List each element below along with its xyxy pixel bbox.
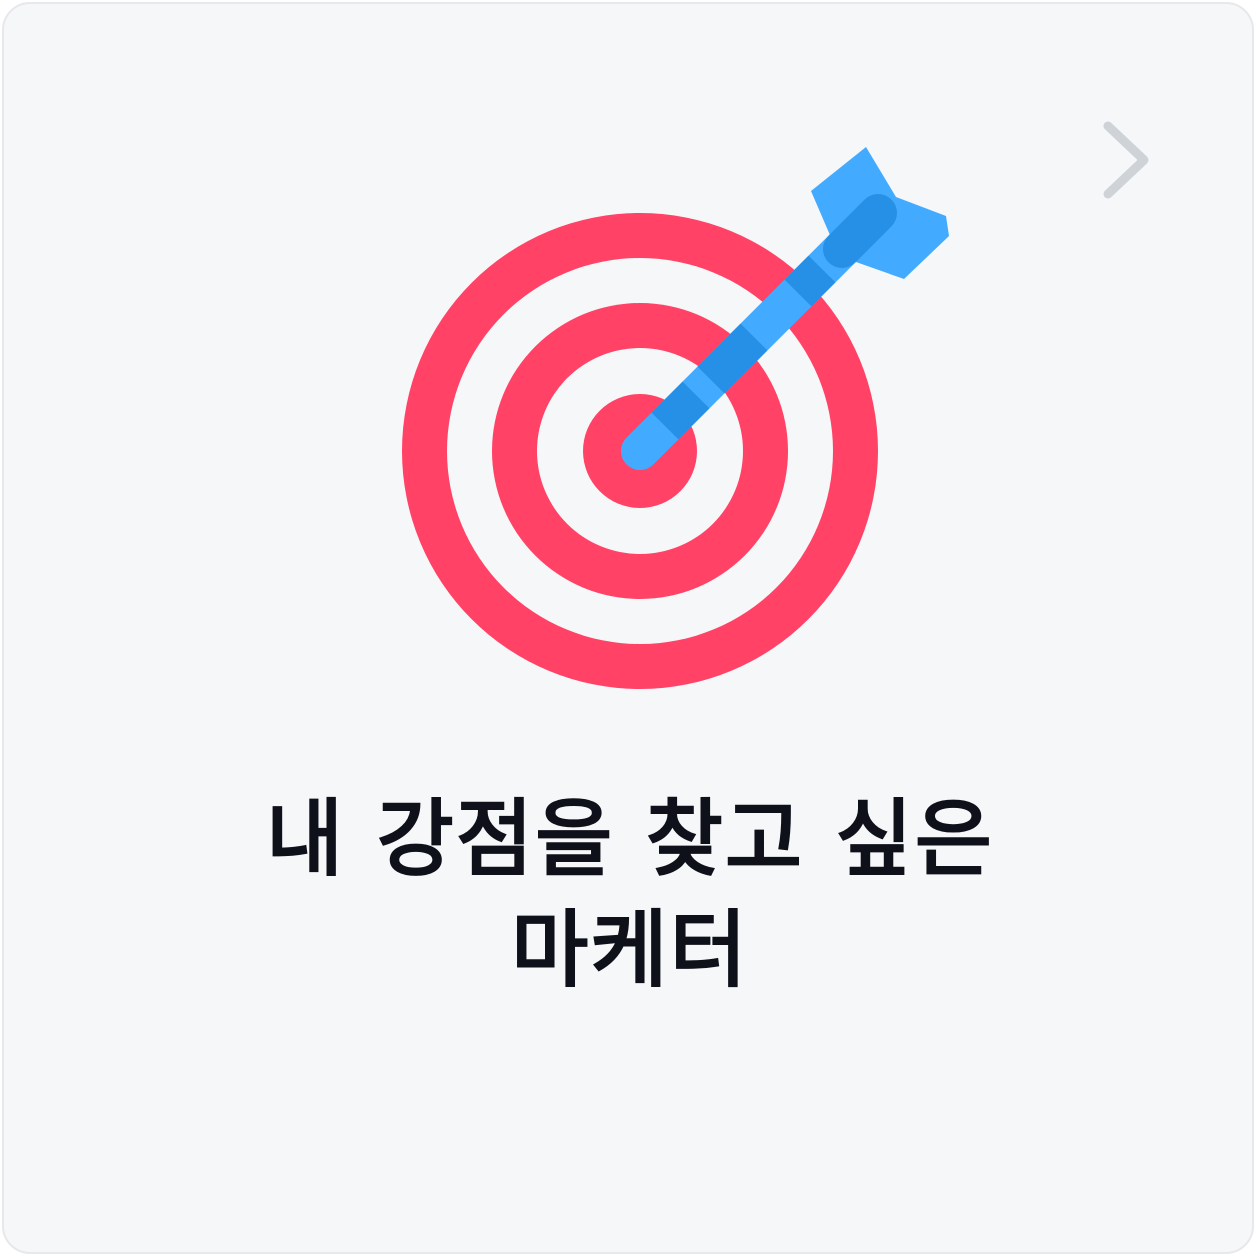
card-title: 내 강점을 찾고 싶은 마케터 bbox=[4, 784, 1256, 1006]
card-title-line1: 내 강점을 찾고 싶은 bbox=[266, 790, 994, 888]
chevron-right-icon[interactable] bbox=[1092, 112, 1162, 208]
card-title-line2: 마케터 bbox=[511, 900, 749, 999]
target-with-arrow-icon bbox=[402, 147, 949, 689]
persona-card[interactable]: 내 강점을 찾고 싶은 마케터 bbox=[2, 2, 1254, 1254]
